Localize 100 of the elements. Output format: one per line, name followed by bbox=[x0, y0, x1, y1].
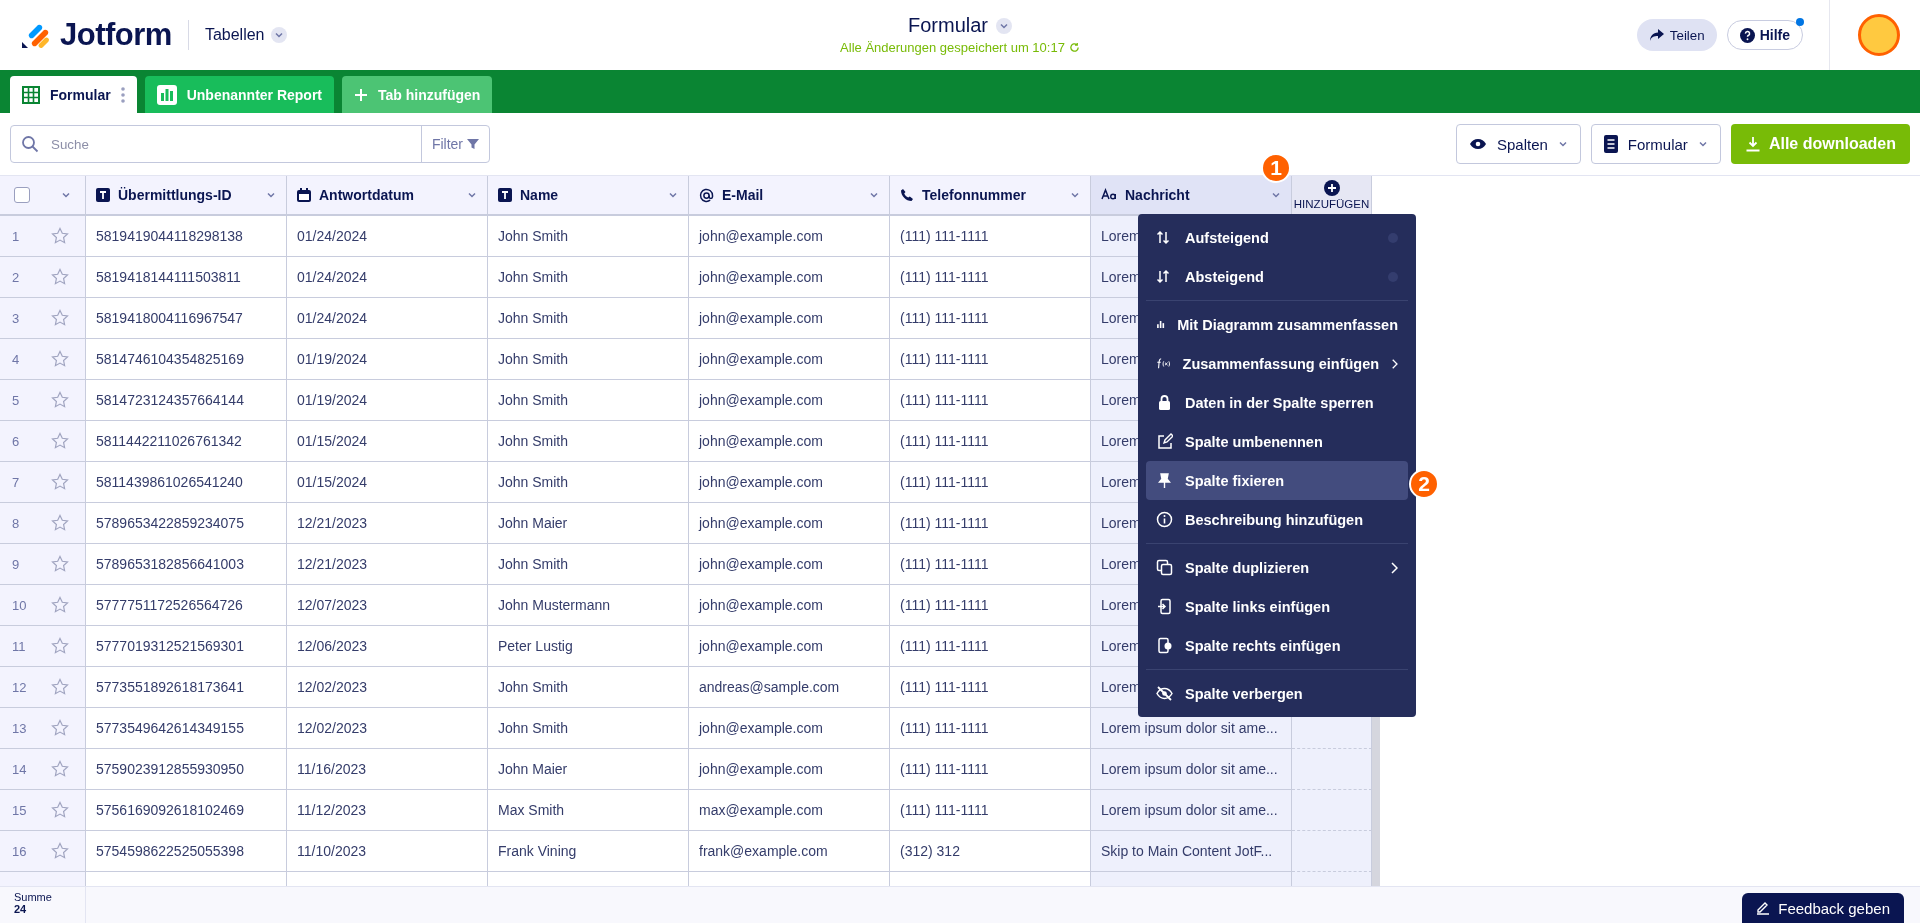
table-cell: john@example.com bbox=[689, 626, 890, 667]
table-cell: John Smith bbox=[488, 462, 689, 503]
star-icon[interactable] bbox=[51, 719, 69, 737]
column-header[interactable]: Übermittlungs-ID bbox=[86, 176, 287, 216]
form-button[interactable]: Formular bbox=[1590, 124, 1721, 164]
table-cell: John Smith bbox=[488, 298, 689, 339]
star-icon[interactable] bbox=[51, 596, 69, 614]
row-number: 11 bbox=[12, 638, 26, 654]
caret-icon bbox=[1271, 190, 1281, 200]
table-cell: 01/19/2024 bbox=[287, 380, 488, 421]
plus-icon bbox=[1323, 180, 1340, 196]
menu-item[interactable]: Spalte fixieren bbox=[1146, 461, 1408, 500]
table-cell: Frank Vining bbox=[488, 831, 689, 872]
table-cell: 5777751172526564726 bbox=[86, 585, 287, 626]
star-icon[interactable] bbox=[51, 637, 69, 655]
table-cell: 5777019312521569301 bbox=[86, 626, 287, 667]
column-header[interactable]: Name bbox=[488, 176, 689, 216]
star-icon[interactable] bbox=[51, 350, 69, 368]
star-icon[interactable] bbox=[51, 678, 69, 696]
table-cell: John Smith bbox=[488, 257, 689, 298]
table-cell: john@example.com bbox=[689, 339, 890, 380]
download-icon bbox=[1744, 136, 1761, 152]
column-header[interactable]: Nachricht bbox=[1091, 176, 1292, 216]
caret-icon bbox=[273, 30, 284, 40]
table-cell: john@example.com bbox=[689, 585, 890, 626]
funnel-icon bbox=[467, 138, 479, 150]
table-cell: john@example.com bbox=[689, 708, 890, 749]
table-cell: John Smith bbox=[488, 216, 689, 257]
text-type-icon bbox=[96, 188, 110, 202]
caret-icon bbox=[668, 190, 678, 200]
table-cell: 12/07/2023 bbox=[287, 585, 488, 626]
eye-icon bbox=[1469, 138, 1487, 150]
columns-button[interactable]: Spalten bbox=[1456, 124, 1581, 164]
form-title: Formular bbox=[908, 14, 988, 37]
row-number: 4 bbox=[12, 351, 20, 367]
share-button[interactable]: Teilen bbox=[1636, 19, 1717, 51]
star-icon[interactable] bbox=[51, 309, 69, 327]
step-badge: 2 bbox=[1409, 469, 1439, 499]
filter-button[interactable]: Filter bbox=[420, 126, 489, 162]
table-cell: 12/06/2023 bbox=[287, 626, 488, 667]
lock-icon bbox=[1156, 394, 1173, 411]
column-header[interactable]: Antwortdatum bbox=[287, 176, 488, 216]
edit-icon bbox=[1156, 433, 1173, 450]
star-icon[interactable] bbox=[51, 473, 69, 491]
star-icon[interactable] bbox=[51, 514, 69, 532]
column-header[interactable]: Telefonnummer bbox=[890, 176, 1091, 216]
star-icon[interactable] bbox=[51, 801, 69, 819]
table-cell: 5811439861026541240 bbox=[86, 462, 287, 503]
table-cell: 5789653182856641003 bbox=[86, 544, 287, 585]
table-cell: 5789653422859234075 bbox=[86, 503, 287, 544]
table-cell: 01/24/2024 bbox=[287, 216, 488, 257]
row-number: 5 bbox=[12, 392, 20, 408]
table-cell: Lorem ipsum dolor sit ame... bbox=[1091, 790, 1292, 831]
star-icon[interactable] bbox=[51, 268, 69, 286]
table-cell: 01/15/2024 bbox=[287, 462, 488, 503]
question-icon bbox=[1739, 27, 1755, 43]
table-cell: john@example.com bbox=[689, 257, 890, 298]
table-cell: john@example.com bbox=[689, 298, 890, 339]
table-icon bbox=[22, 85, 40, 104]
add-column-button[interactable]: HINZUFÜGEN bbox=[1292, 176, 1372, 216]
table-cell: 5814723124357664144 bbox=[86, 380, 287, 421]
table-cell: Skip to Main Content JotF... bbox=[1091, 831, 1292, 872]
feedback-button[interactable]: Feedback geben bbox=[1742, 893, 1904, 923]
avatar[interactable] bbox=[1858, 14, 1900, 56]
column-header[interactable]: E-Mail bbox=[689, 176, 890, 216]
table-cell: 11/16/2023 bbox=[287, 749, 488, 790]
tables-dropdown[interactable]: Tabellen bbox=[204, 26, 287, 44]
table-cell: 12/02/2023 bbox=[287, 667, 488, 708]
table-cell: John Smith bbox=[488, 667, 689, 708]
star-icon[interactable] bbox=[51, 555, 69, 573]
table-cell: john@example.com bbox=[689, 462, 890, 503]
select-all-checkbox[interactable] bbox=[14, 187, 30, 203]
star-icon[interactable] bbox=[51, 391, 69, 409]
star-icon[interactable] bbox=[51, 842, 69, 860]
help-button[interactable]: Hilfe bbox=[1726, 20, 1803, 50]
row-number: 1 bbox=[12, 228, 20, 244]
star-icon[interactable] bbox=[51, 227, 69, 245]
row-number: 15 bbox=[12, 802, 27, 818]
search-field[interactable]: Suche Filter bbox=[10, 125, 490, 163]
table-cell: 01/24/2024 bbox=[287, 298, 488, 339]
table-cell: john@example.com bbox=[689, 544, 890, 585]
table-cell: andreas@sample.com bbox=[689, 667, 890, 708]
table-cell: john@example.com bbox=[689, 503, 890, 544]
star-icon[interactable] bbox=[51, 432, 69, 450]
table-cell: Peter Lustig bbox=[488, 626, 689, 667]
caret-icon bbox=[1697, 139, 1708, 149]
row-number: 12 bbox=[12, 679, 27, 695]
table-cell: 5773549642614349155 bbox=[86, 708, 287, 749]
sum-label: Summe bbox=[14, 891, 53, 903]
table-cell: Lorem ipsum dolor sit ame... bbox=[1091, 749, 1292, 790]
table-cell: 5814746104354825169 bbox=[86, 339, 287, 380]
star-icon[interactable] bbox=[51, 760, 69, 778]
row-number: 16 bbox=[12, 843, 27, 859]
table-cell: 5811442211026761342 bbox=[86, 421, 287, 462]
caret-icon bbox=[1557, 139, 1568, 149]
table-cell: 5819418004116967547 bbox=[86, 298, 287, 339]
tab[interactable]: Formular bbox=[10, 76, 137, 113]
more-icon[interactable] bbox=[120, 86, 125, 103]
table-cell: frank@example.com bbox=[689, 831, 890, 872]
table-cell: John Smith bbox=[488, 380, 689, 421]
